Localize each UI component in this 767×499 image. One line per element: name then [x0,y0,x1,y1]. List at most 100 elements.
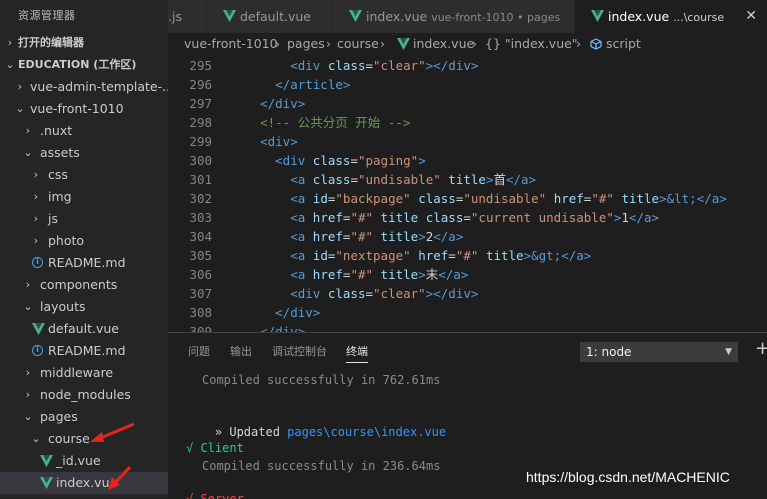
code-line: <div class="paging"> [275,153,426,168]
code-line: <a id="nextpage" href="#" title>&gt;</a> [290,248,592,263]
tree-item-js[interactable]: › js [0,208,168,230]
terminal-prefix: » Updated [214,425,288,439]
code-line: <div class="clear"></div> [290,58,479,73]
tab-label: default.vue [240,9,311,24]
code-line: <div> [260,134,298,149]
annotation-arrow-icon [108,465,132,490]
line-number: 305 [189,248,212,263]
workspace-label: EDUCATION (工作区) [18,58,137,71]
vue-file-icon [349,10,362,22]
chevron-down-icon: ⌄ [5,58,15,71]
workspace-section[interactable]: ⌄ EDUCATION (工作区) [0,54,168,76]
tree-item-img[interactable]: › img [0,186,168,208]
code-line: <a class="undisable" title>首</a> [290,172,537,187]
chevron-right-icon: › [33,168,39,181]
tree-item-label: js [48,211,58,226]
breadcrumb-separator: › [576,36,581,51]
chevron-right-icon: › [33,212,39,225]
terminal-select[interactable]: 1: node ▼ [580,342,738,362]
breadcrumb-item[interactable]: pages [287,33,325,55]
tree-item-pages[interactable]: ⌄ pages [0,406,168,428]
tree-item-assets[interactable]: ⌄ assets [0,142,168,164]
tree-item-node-modules[interactable]: › node_modules [0,384,168,406]
explorer-sidebar: 资源管理器 › 打开的编辑器 ⌄ EDUCATION (工作区) › vue-a… [0,0,168,498]
terminal-line: √ Client [186,441,244,455]
tab-debug-console[interactable]: 调试控制台 [272,343,327,359]
new-terminal-button[interactable]: + [755,338,767,359]
tab-index-vue-course[interactable]: index.vue ...\course ✕ [575,0,767,33]
tree-item-label: vue-admin-template-... [30,79,168,94]
vue-file-icon [32,323,45,335]
line-number: 297 [189,96,212,111]
tree-item-label: layouts [40,299,86,314]
breadcrumb-item[interactable]: script [606,33,641,55]
code-line: <a href="#" title>2</a> [290,229,464,244]
tree-item-label: _id.vue [56,453,101,468]
tab-label: index.vue [608,9,670,24]
explorer-title: 资源管理器 [18,9,76,22]
line-number: 309 [189,324,212,332]
breadcrumb-item[interactable]: course [337,33,379,55]
vue-file-icon [591,10,604,22]
code-line: <a href="#" title>末</a> [290,267,469,282]
line-number: 304 [189,229,212,244]
tab-problems[interactable]: 问题 [188,343,210,359]
tree-item-vue-front-1010[interactable]: ⌄ vue-front-1010 [0,98,168,120]
tree-item-photo[interactable]: › photo [0,230,168,252]
tree-item-index-vue[interactable]: index.vue [0,472,168,494]
tree-item-layouts[interactable]: ⌄ layouts [0,296,168,318]
terminal-select-value: 1: node [586,345,632,359]
tab-js[interactable]: .js [168,0,207,33]
breadcrumb-item[interactable]: {} "index.vue" [485,33,578,55]
code-line: <!-- 公共分页 开始 --> [260,115,411,130]
chevron-down-icon: ⌄ [31,432,41,445]
breadcrumb-item[interactable]: vue-front-1010 [184,33,278,55]
vue-file-icon [223,10,236,22]
tree-item-label: middleware [40,365,114,380]
vue-file-icon [397,38,410,50]
line-number: 308 [189,305,212,320]
tree-item-nuxt[interactable]: › .nuxt [0,120,168,142]
code-editor[interactable]: 295 296 297 298 299 300 301 302 303 304 … [168,55,767,332]
breadcrumb-item[interactable]: index.vue [413,33,474,55]
chevron-right-icon: › [25,278,31,291]
tab-label: index.vue [366,9,428,24]
tree-item-components[interactable]: › components [0,274,168,296]
tree-item-label: default.vue [48,321,119,336]
chevron-right-icon: › [25,366,31,379]
tree-item-label: img [48,189,72,204]
open-editors-label: 打开的编辑器 [18,36,84,49]
tree-item-vue-admin-template[interactable]: › vue-admin-template-... [0,76,168,98]
tab-terminal[interactable]: 终端 [346,343,368,363]
code-line: </div> [275,305,321,320]
chevron-right-icon: › [17,80,23,93]
tree-item-label: pages [40,409,78,424]
chevron-right-icon: › [25,124,31,137]
code-line: </div> [260,96,306,111]
tree-item-label: course [48,431,90,446]
breadcrumb-separator: › [275,36,280,51]
chevron-right-icon: › [7,36,13,49]
tree-item-course[interactable]: ⌄ course [0,428,168,450]
code-line: <a id="backpage" class="undisable" href=… [290,191,727,206]
tree-item-label: vue-front-1010 [30,101,124,116]
open-editors-section[interactable]: › 打开的编辑器 [0,32,168,54]
tree-item-default-vue[interactable]: default.vue [0,318,168,340]
tree-item-label: photo [48,233,85,248]
code-line: </article> [275,77,351,92]
chevron-down-icon: ⌄ [23,146,33,159]
tree-item-middleware[interactable]: › middleware [0,362,168,384]
tree-item-css[interactable]: › css [0,164,168,186]
close-icon[interactable]: ✕ [745,0,757,33]
tree-item-label: components [40,277,118,292]
dropdown-arrow-icon: ▼ [725,347,732,357]
tree-item-readme-root[interactable]: i README.md [0,340,168,362]
tab-output[interactable]: 输出 [230,343,252,359]
tree-item-id-vue[interactable]: _id.vue [0,450,168,472]
tree-item-readme-assets[interactable]: i README.md [0,252,168,274]
tab-index-vue-pages[interactable]: index.vue vue-front-1010 • pages [333,0,575,33]
tab-default-vue[interactable]: default.vue [207,0,333,33]
cube-symbol-icon [590,38,602,50]
tab-label: .js [168,9,182,24]
tree-item-label: README.md [48,343,126,358]
